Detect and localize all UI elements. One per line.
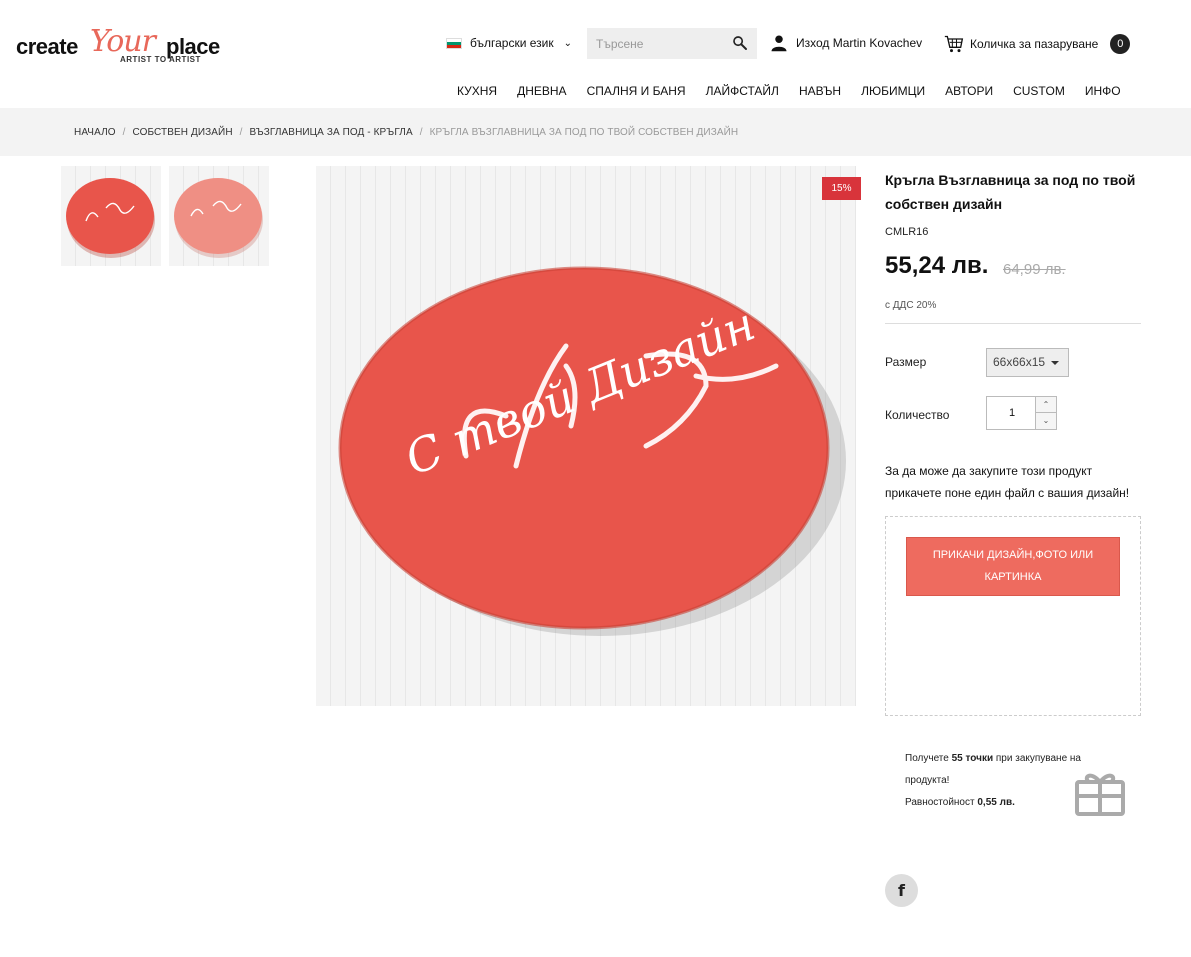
main-nav: КУХНЯ ДНЕВНА СПАЛНЯ И БАНЯ ЛАЙФСТАЙЛ НАВ… [447, 84, 1131, 98]
size-label: Размер [885, 355, 927, 369]
pillow-image: С твой Дизайн [338, 266, 846, 636]
quantity-stepper: 1 ⌃ ⌄ [986, 396, 1057, 430]
quantity-label: Количество [885, 408, 950, 422]
gift-card-icon [1075, 773, 1125, 816]
points-equivalent-label: Равностойност [905, 797, 975, 808]
language-selector[interactable]: български език ⌄ [446, 36, 572, 50]
search-icon[interactable] [731, 34, 749, 52]
breadcrumb-custom-design[interactable]: СОБСТВЕН ДИЗАЙН [133, 127, 233, 138]
product-sku: CMLR16 [885, 226, 929, 238]
logo-tagline: ARTIST TO ARTIST [120, 55, 201, 64]
discount-badge: 15% [822, 177, 861, 200]
product-main-image[interactable]: С твой Дизайн [316, 166, 856, 706]
product-old-price: 64,99 лв. [1003, 261, 1066, 278]
nav-item-pets[interactable]: ЛЮБИМЦИ [851, 84, 935, 98]
breadcrumb-round-pillow[interactable]: ВЪЗГЛАВНИЦА ЗА ПОД - КРЪГЛА [250, 127, 413, 138]
nav-item-lifestyle[interactable]: ЛАЙФСТАЙЛ [696, 84, 789, 98]
upload-design-button[interactable]: ПРИКАЧИ ДИЗАЙН,ФОТО ИЛИ КАРТИНКА [906, 537, 1120, 596]
breadcrumb-separator: / [419, 126, 423, 138]
account-link[interactable]: Изход Martin Kovachev [770, 34, 922, 52]
site-logo[interactable]: create Your place ARTIST TO ARTIST [16, 22, 226, 68]
breadcrumb: НАЧАЛО / СОБСТВЕН ДИЗАЙН / ВЪЗГЛАВНИЦА З… [0, 108, 1191, 156]
cart-count-badge: 0 [1110, 34, 1131, 54]
nav-item-bedroom-bath[interactable]: СПАЛНЯ И БАНЯ [577, 84, 696, 98]
search-input[interactable] [587, 36, 727, 51]
divider [885, 323, 1141, 324]
size-select[interactable]: 66x66x15 [986, 348, 1069, 377]
pillow-thumbnail-image [66, 178, 155, 258]
cart-icon [944, 35, 964, 53]
language-label: български език [470, 36, 554, 50]
nav-item-living[interactable]: ДНЕВНА [507, 84, 576, 98]
nav-item-authors[interactable]: АВТОРИ [935, 84, 1003, 98]
cart-link[interactable]: Количка за пазаруване 0 [944, 34, 1131, 54]
caret-down-icon [1051, 361, 1059, 365]
quantity-decrease-button[interactable]: ⌄ [1035, 413, 1056, 429]
breadcrumb-home[interactable]: НАЧАЛО [74, 127, 116, 138]
product-thumbnail-1[interactable] [61, 166, 161, 266]
quantity-increase-button[interactable]: ⌃ [1035, 397, 1056, 413]
points-value: 55 точки [951, 753, 994, 764]
logo-word-create: create [16, 34, 78, 59]
vat-note: с ДДС 20% [885, 300, 937, 311]
product-price: 55,24 лв. [885, 252, 989, 279]
quantity-input[interactable]: 1 [987, 397, 1037, 429]
points-equivalent-value: 0,55 лв. [977, 797, 1015, 808]
nav-item-custom[interactable]: CUSTOM [1003, 84, 1075, 98]
nav-item-info[interactable]: ИНФО [1075, 84, 1131, 98]
search-bar [587, 28, 757, 59]
bulgaria-flag-icon [446, 37, 462, 49]
facebook-share-icon[interactable]: f [885, 874, 918, 907]
breadcrumb-separator: / [239, 126, 243, 138]
product-thumbnail-2[interactable] [169, 166, 269, 266]
logo-word-your: Your [90, 24, 156, 59]
user-icon [771, 35, 787, 52]
chevron-down-icon: ⌄ [563, 37, 572, 49]
upload-requirement-note: За да може да закупите този продукт прик… [885, 464, 1130, 500]
size-value: 66x66x15 [993, 355, 1046, 369]
product-title: Кръгла Възглавница за под по твой собств… [885, 172, 1136, 212]
cart-label: Количка за пазаруване [970, 37, 1099, 51]
breadcrumb-current: КРЪГЛА ВЪЗГЛАВНИЦА ЗА ПОД ПО ТВОЙ СОБСТВ… [429, 126, 739, 138]
points-prefix: Получете [905, 753, 949, 764]
site-header: create Your place ARTIST TO ARTIST бълга… [0, 0, 1191, 108]
account-label: Изход Martin Kovachev [796, 36, 923, 50]
pillow-thumbnail-image [174, 178, 263, 258]
nav-item-kitchen[interactable]: КУХНЯ [447, 84, 507, 98]
breadcrumb-separator: / [122, 126, 126, 138]
nav-item-outdoor[interactable]: НАВЪН [789, 84, 851, 98]
